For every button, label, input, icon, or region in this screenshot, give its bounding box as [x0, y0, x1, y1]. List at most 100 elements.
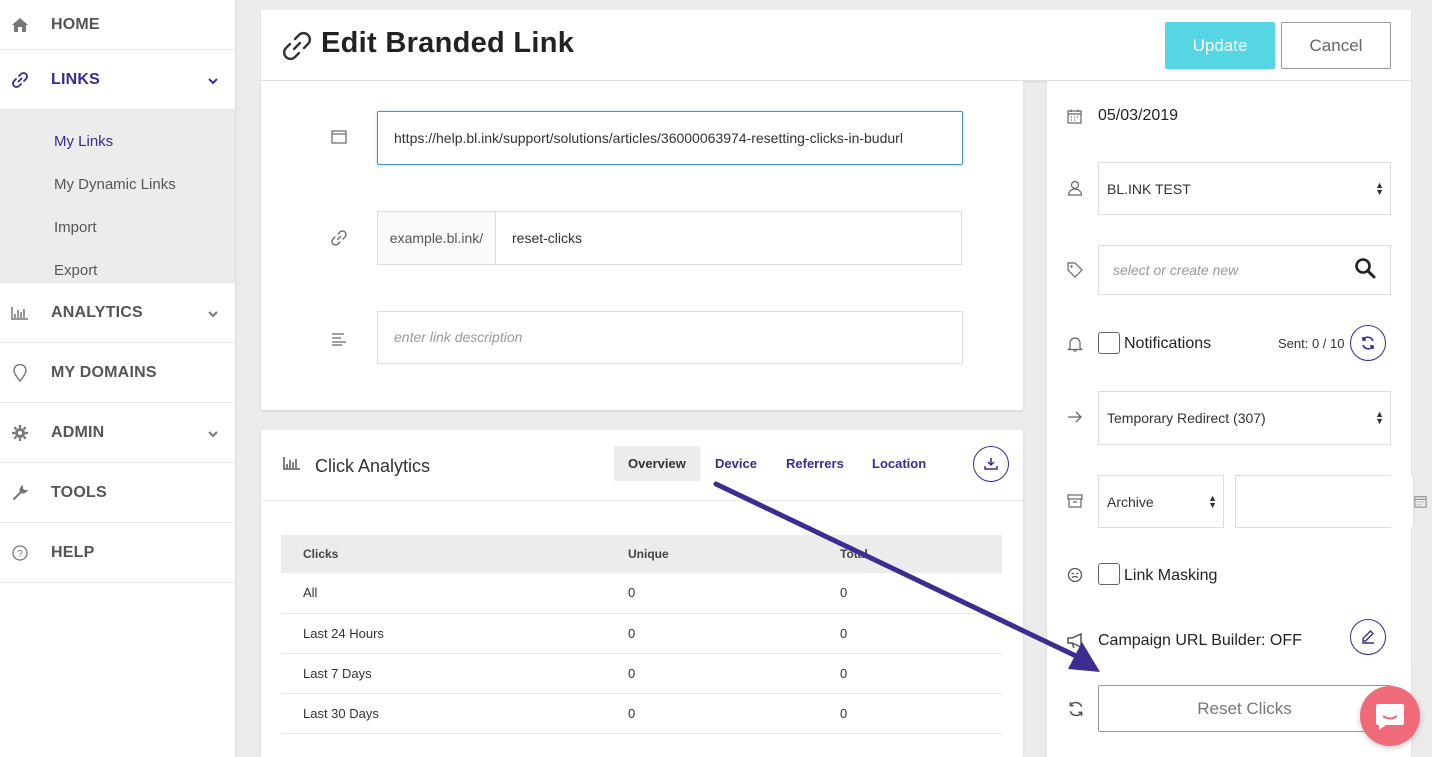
download-button[interactable] [973, 446, 1009, 482]
sub-item-my-links[interactable]: My Links [0, 120, 235, 163]
refresh-icon [1067, 700, 1085, 723]
chevron-down-icon [207, 74, 219, 92]
reset-notifications-button[interactable] [1350, 325, 1386, 361]
reset-clicks-button[interactable]: Reset Clicks [1098, 685, 1391, 732]
wrench-icon [10, 483, 30, 503]
edit-link-header: Edit Branded Link Update Cancel [261, 10, 1411, 81]
nav-links[interactable]: LINKS [0, 50, 235, 110]
arrow-right-icon [1067, 410, 1083, 429]
search-icon[interactable] [1354, 257, 1376, 284]
select-arrows-icon: ▲ ▼ [1208, 492, 1217, 510]
select-arrows-icon: ▲ ▼ [1375, 409, 1384, 426]
select-arrows-icon: ▲ ▼ [1375, 179, 1384, 197]
table-cell: 0 [606, 693, 818, 734]
chevron-down-icon [207, 307, 219, 325]
tag-input[interactable] [1099, 247, 1354, 293]
text-lines-icon [331, 332, 347, 351]
nav-admin[interactable]: ADMIN [0, 403, 235, 463]
chevron-down-icon [207, 427, 219, 445]
refresh-icon [1362, 336, 1374, 350]
domain-prefix[interactable]: example.bl.ink/ [378, 212, 496, 264]
link-icon [281, 30, 313, 67]
created-date: 05/03/2019 [1098, 107, 1179, 124]
tag-field [1098, 245, 1391, 295]
owner-select-value: BL.INK TEST [1107, 180, 1191, 197]
user-icon [1067, 180, 1083, 201]
analytics-header: Click Analytics Overview Device Referrer… [261, 430, 1023, 501]
svg-text:?: ? [17, 549, 23, 560]
destination-url-input[interactable] [377, 111, 963, 165]
nav-admin-label: ADMIN [51, 423, 105, 441]
gear-icon [10, 423, 30, 443]
bar-chart-icon [283, 456, 301, 475]
table-cell: Last 24 Hours [281, 613, 606, 654]
table-cell: 0 [606, 653, 818, 694]
browser-icon [331, 130, 347, 149]
link-icon [10, 70, 30, 90]
nav-my-domains-label: MY DOMAINS [51, 363, 157, 381]
alias-input[interactable] [496, 212, 961, 264]
notifications-label: Notifications [1124, 335, 1212, 352]
sub-item-dynamic-links[interactable]: My Dynamic Links [0, 163, 235, 206]
archive-select[interactable]: Archive ▲ ▼ [1098, 475, 1224, 528]
link-masking-label: Link Masking [1124, 567, 1218, 584]
table-cell: Last 30 Days [281, 693, 606, 734]
table-cell: 0 [818, 573, 1002, 614]
edit-icon [1362, 630, 1374, 644]
table-row: Last 24 Hours 0 0 [281, 613, 1002, 654]
edit-campaign-button[interactable] [1350, 619, 1386, 655]
nav-analytics[interactable]: ANALYTICS [0, 283, 235, 343]
mask-icon [1067, 567, 1083, 588]
nav-help[interactable]: ? HELP [0, 523, 235, 583]
description-input[interactable] [377, 311, 963, 364]
nav-home[interactable]: HOME [0, 0, 235, 50]
links-submenu: My Links My Dynamic Links Import Export [0, 110, 235, 283]
link-masking-checkbox[interactable] [1098, 563, 1120, 585]
table-row: All 0 0 [281, 573, 1002, 614]
table-cell: Last 7 Days [281, 653, 606, 694]
analytics-table: Clicks Unique Total All 0 0 Last 24 Hour… [281, 535, 1002, 734]
sub-item-import[interactable]: Import [0, 206, 235, 249]
owner-select[interactable]: BL.INK TEST ▲ ▼ [1098, 162, 1391, 215]
tab-device[interactable]: Device [701, 446, 771, 481]
home-icon [10, 15, 30, 35]
table-row: Last 30 Days 0 0 [281, 693, 1002, 734]
megaphone-icon [1067, 632, 1085, 654]
sidebar: HOME LINKS My Links My Dynamic Links Imp… [0, 0, 236, 757]
chat-widget-button[interactable] [1360, 686, 1420, 746]
map-pin-icon [10, 363, 30, 383]
update-button[interactable]: Update [1165, 22, 1275, 69]
nav-tools-label: TOOLS [51, 483, 107, 501]
redirect-select-value: Temporary Redirect (307) [1107, 410, 1266, 426]
table-cell: 0 [606, 573, 818, 614]
nav-my-domains[interactable]: MY DOMAINS [0, 343, 235, 403]
calendar-icon[interactable] [1413, 476, 1427, 527]
click-analytics-card: Click Analytics Overview Device Referrer… [261, 430, 1023, 757]
cancel-button[interactable]: Cancel [1281, 22, 1391, 69]
nav-help-label: HELP [51, 543, 95, 561]
nav-tools[interactable]: TOOLS [0, 463, 235, 523]
table-row: Last 7 Days 0 0 [281, 653, 1002, 694]
calendar-icon [1067, 109, 1082, 129]
tab-location[interactable]: Location [858, 446, 940, 481]
tab-overview[interactable]: Overview [614, 446, 700, 481]
page-title: Edit Branded Link [321, 27, 575, 59]
column-header: Clicks [281, 535, 606, 573]
notifications-checkbox[interactable] [1098, 332, 1120, 354]
bar-chart-icon [10, 303, 30, 323]
table-cell: 0 [606, 613, 818, 654]
column-header: Total [818, 535, 1002, 573]
nav-home-label: HOME [51, 15, 100, 33]
link-form: example.bl.ink/ [261, 81, 1023, 410]
sent-count: Sent: 0 / 10 [1278, 336, 1345, 351]
help-icon: ? [10, 543, 30, 563]
tab-referrers[interactable]: Referrers [772, 446, 858, 481]
table-header-row: Clicks Unique Total [281, 535, 1002, 573]
table-cell: All [281, 573, 606, 614]
redirect-select[interactable]: Temporary Redirect (307) ▲ ▼ [1098, 391, 1391, 445]
archive-date-input[interactable] [1236, 476, 1413, 527]
campaign-builder-status: Campaign URL Builder: OFF [1098, 632, 1302, 649]
short-link-group: example.bl.ink/ [377, 211, 962, 265]
nav-links-label: LINKS [51, 70, 100, 88]
column-header: Unique [606, 535, 818, 573]
